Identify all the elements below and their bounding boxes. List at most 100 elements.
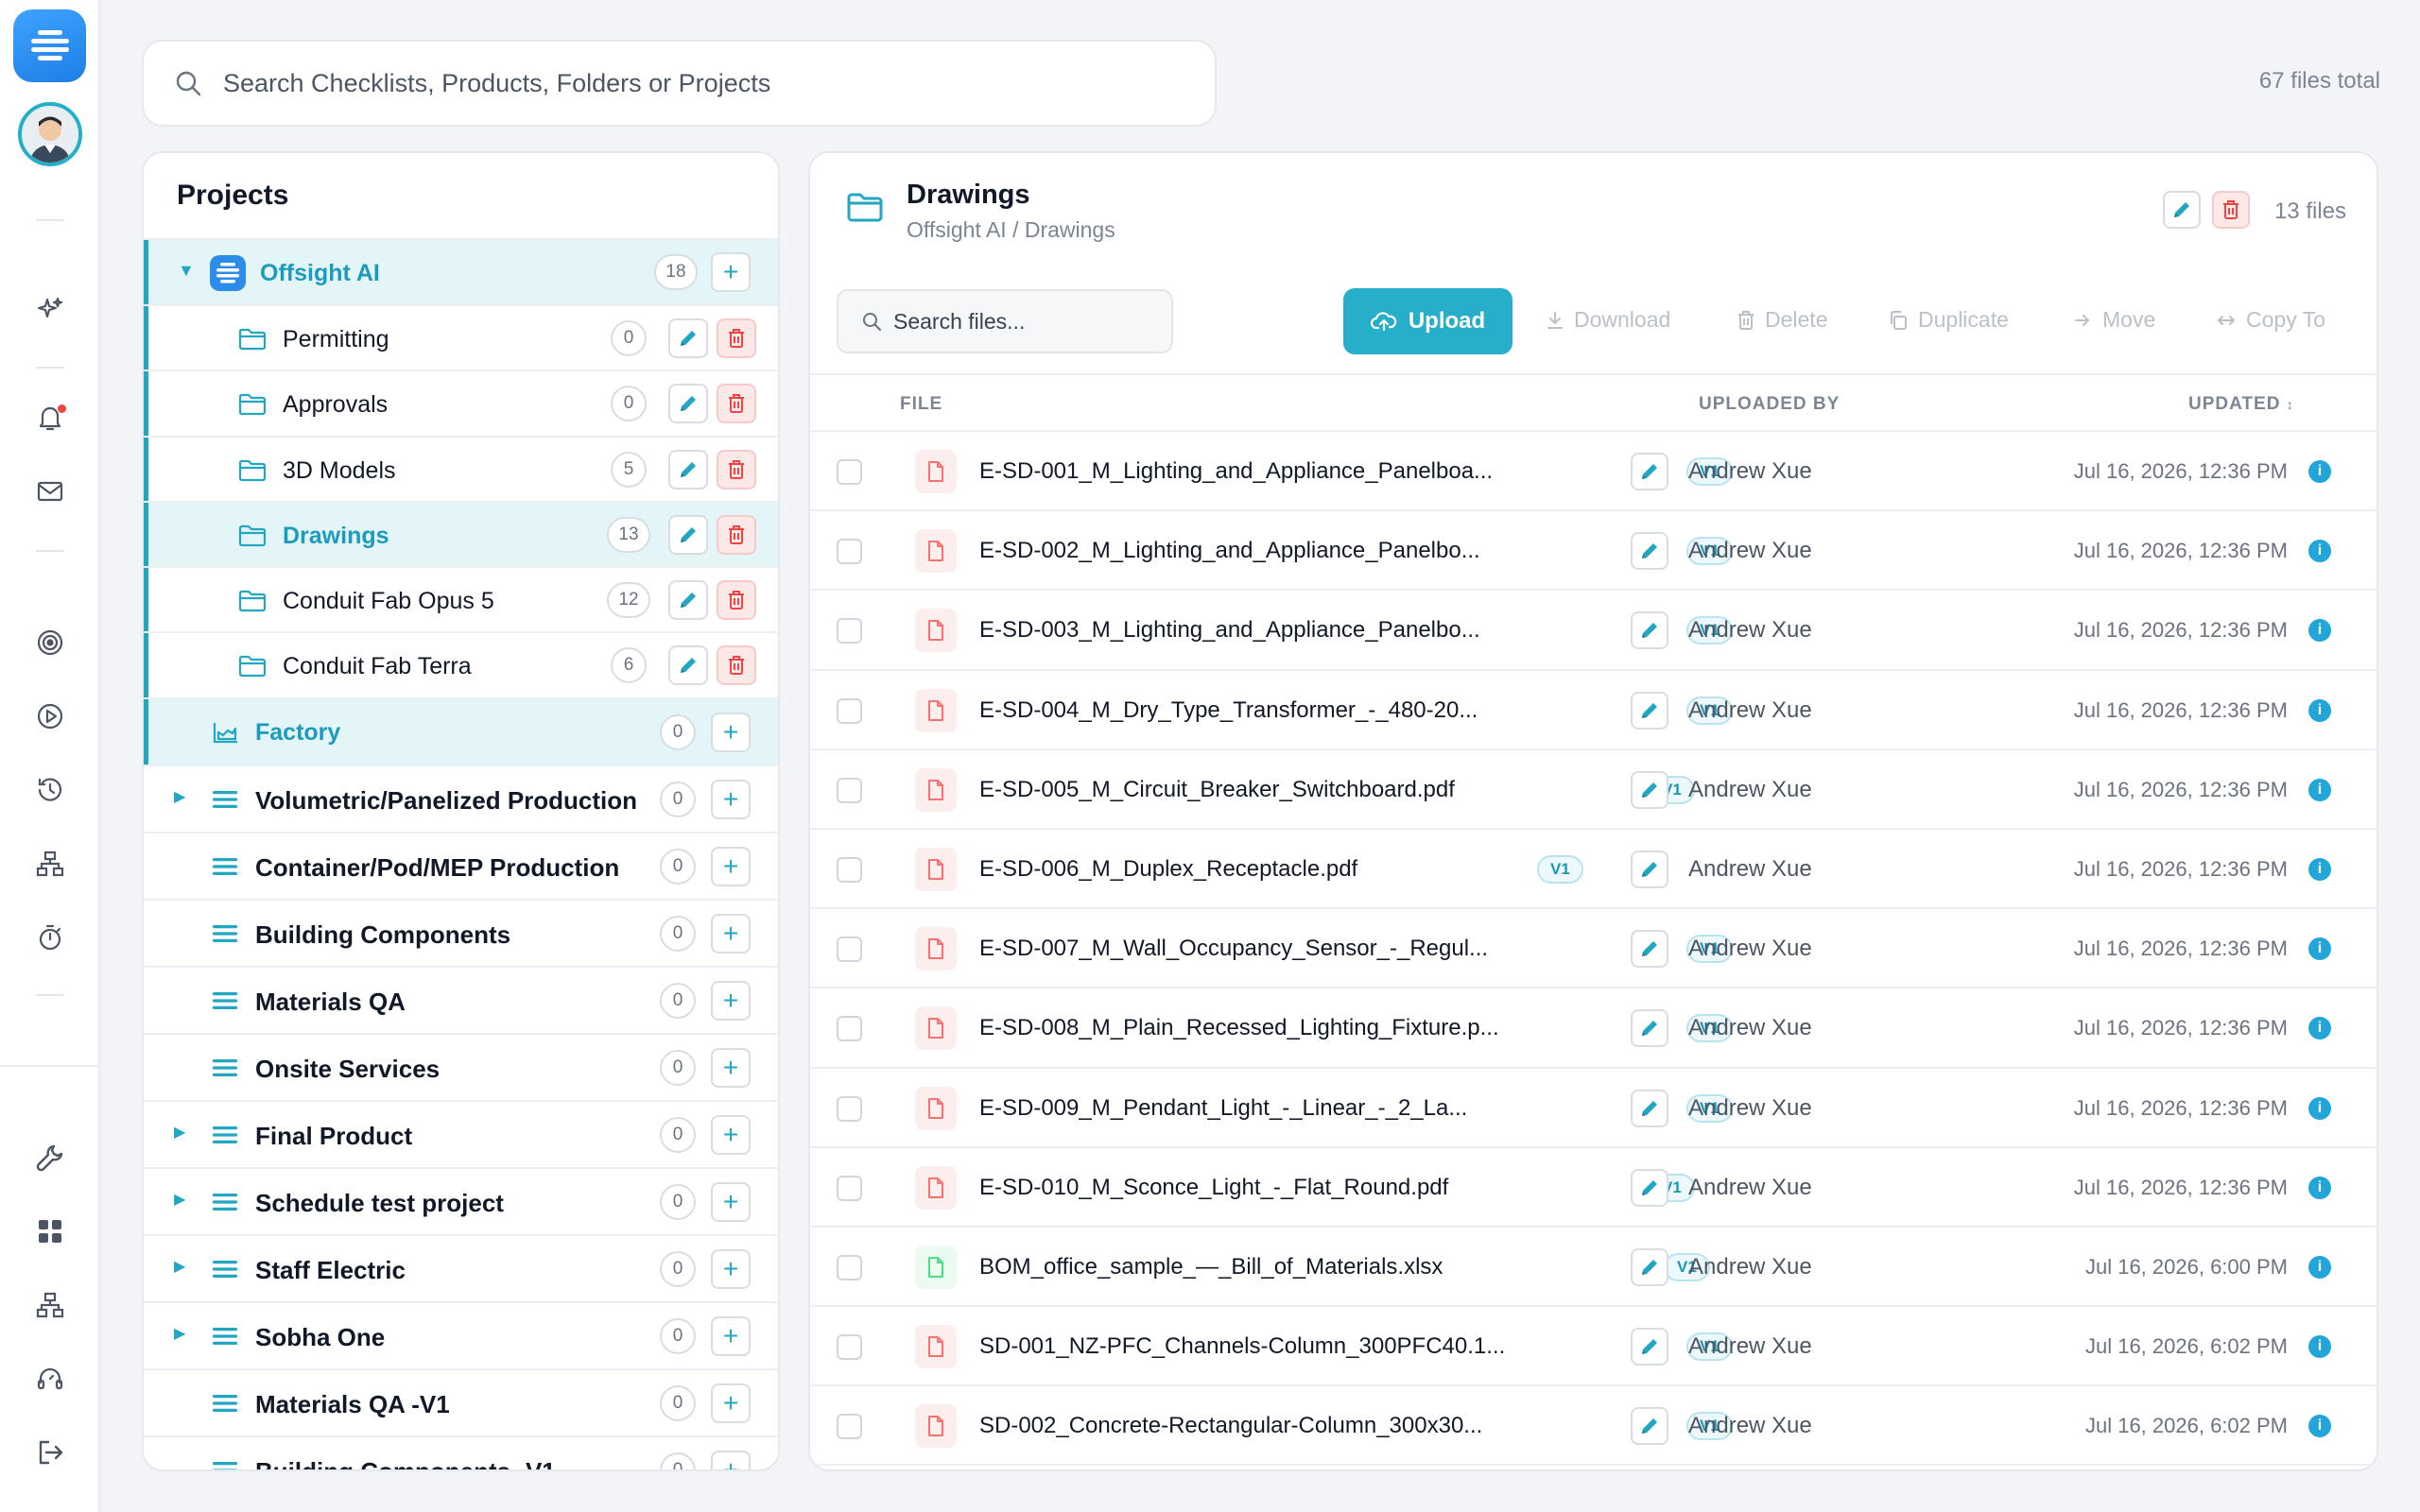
row-checkbox[interactable] bbox=[837, 777, 862, 803]
add-button[interactable]: + bbox=[711, 1047, 751, 1088]
file-name[interactable]: E-SD-006_M_Duplex_Receptacle.pdf bbox=[979, 856, 1357, 883]
edit-file-button[interactable] bbox=[1631, 930, 1668, 969]
file-name[interactable]: E-SD-008_M_Plain_Recessed_Lighting_Fixtu… bbox=[979, 1015, 1499, 1041]
info-icon[interactable]: i bbox=[2308, 619, 2331, 643]
delete-button[interactable] bbox=[717, 514, 756, 555]
project-row[interactable]: ▶ Staff Electric 0 + bbox=[144, 1236, 778, 1303]
info-icon[interactable]: i bbox=[2308, 937, 2331, 961]
edit-button[interactable] bbox=[668, 384, 708, 424]
duplicate-button[interactable]: Duplicate bbox=[1888, 307, 2009, 333]
bell-icon[interactable] bbox=[31, 399, 69, 437]
file-row[interactable]: BOM_office_sample_—_Bill_of_Materials.xl… bbox=[810, 1228, 2377, 1308]
project-row[interactable]: Container/Pod/MEP Production 0 + bbox=[144, 833, 778, 901]
edit-file-button[interactable] bbox=[1631, 770, 1668, 809]
file-row[interactable]: SD-001_NZ-PFC_Channels-Column_300PFC40.1… bbox=[810, 1307, 2377, 1387]
file-name[interactable]: E-SD-001_M_Lighting_and_Appliance_Panelb… bbox=[979, 458, 1493, 485]
delete-folder-button[interactable] bbox=[2212, 191, 2250, 229]
info-icon[interactable]: i bbox=[2308, 698, 2331, 722]
add-button[interactable]: + bbox=[711, 1181, 751, 1222]
row-checkbox[interactable] bbox=[837, 1016, 862, 1042]
logout-icon[interactable] bbox=[31, 1434, 69, 1471]
row-checkbox[interactable] bbox=[837, 1095, 862, 1122]
user-avatar[interactable] bbox=[18, 102, 82, 166]
project-row[interactable]: Materials QA 0 + bbox=[144, 968, 778, 1035]
edit-file-button[interactable] bbox=[1631, 1328, 1668, 1366]
row-checkbox[interactable] bbox=[837, 856, 862, 883]
edit-file-button[interactable] bbox=[1631, 611, 1668, 650]
add-button[interactable]: + bbox=[711, 1450, 751, 1469]
row-checkbox[interactable] bbox=[837, 1175, 862, 1201]
org-chart-icon[interactable] bbox=[31, 1286, 69, 1324]
info-icon[interactable]: i bbox=[2308, 1335, 2331, 1359]
file-name[interactable]: E-SD-002_M_Lighting_and_Appliance_Panelb… bbox=[979, 538, 1480, 564]
delete-button[interactable] bbox=[717, 318, 756, 358]
folder-row[interactable]: Conduit Fab Terra 6 bbox=[144, 633, 778, 699]
row-checkbox[interactable] bbox=[837, 1414, 862, 1440]
sparkle-icon[interactable] bbox=[31, 291, 69, 329]
caret-right-icon[interactable]: ▶ bbox=[174, 787, 185, 806]
delete-button[interactable] bbox=[717, 449, 756, 490]
file-name[interactable]: E-SD-010_M_Sconce_Light_-_Flat_Round.pdf bbox=[979, 1175, 1448, 1201]
folder-row[interactable]: Approvals 0 bbox=[144, 371, 778, 438]
row-checkbox[interactable] bbox=[837, 1334, 862, 1361]
edit-button[interactable] bbox=[668, 580, 708, 621]
move-button[interactable]: Move bbox=[2072, 307, 2155, 333]
caret-right-icon[interactable]: ▶ bbox=[174, 1324, 185, 1343]
row-checkbox[interactable] bbox=[837, 539, 862, 565]
info-icon[interactable]: i bbox=[2308, 1255, 2331, 1279]
row-checkbox[interactable] bbox=[837, 459, 862, 485]
file-name[interactable]: SD-002_Concrete-Rectangular-Column_300x3… bbox=[979, 1413, 1482, 1439]
global-search-input[interactable]: Search Checklists, Products, Folders or … bbox=[223, 69, 770, 98]
download-button[interactable]: Download bbox=[1546, 307, 1670, 333]
global-search-bar[interactable]: Search Checklists, Products, Folders or … bbox=[142, 40, 1217, 127]
edit-file-button[interactable] bbox=[1631, 1168, 1668, 1207]
file-row[interactable]: E-SD-004_M_Dry_Type_Transformer_-_480-20… bbox=[810, 671, 2377, 750]
file-row[interactable]: E-SD-005_M_Circuit_Breaker_Switchboard.p… bbox=[810, 750, 2377, 830]
project-row[interactable]: ▶ Volumetric/Panelized Production 0 + bbox=[144, 766, 778, 833]
folder-row[interactable]: Conduit Fab Opus 5 12 bbox=[144, 568, 778, 634]
info-icon[interactable]: i bbox=[2308, 540, 2331, 563]
upload-button[interactable]: Upload bbox=[1343, 288, 1512, 354]
add-button[interactable]: + bbox=[711, 1315, 751, 1356]
project-row[interactable]: Onsite Services 0 + bbox=[144, 1035, 778, 1102]
info-icon[interactable]: i bbox=[2308, 1176, 2331, 1199]
folder-row[interactable]: 3D Models 5 bbox=[144, 437, 778, 503]
info-icon[interactable]: i bbox=[2308, 1415, 2331, 1438]
file-row[interactable]: E-SD-009_M_Pendant_Light_-_Linear_-_2_La… bbox=[810, 1069, 2377, 1148]
add-button[interactable]: + bbox=[711, 1248, 751, 1289]
row-checkbox[interactable] bbox=[837, 697, 862, 724]
folder-row[interactable]: Drawings 13 bbox=[144, 502, 778, 569]
row-checkbox[interactable] bbox=[837, 618, 862, 644]
caret-right-icon[interactable]: ▶ bbox=[174, 1123, 185, 1142]
file-row[interactable]: E-SD-003_M_Lighting_and_Appliance_Panelb… bbox=[810, 591, 2377, 671]
add-button[interactable]: + bbox=[711, 712, 751, 752]
delete-button[interactable] bbox=[717, 384, 756, 424]
row-checkbox[interactable] bbox=[837, 936, 862, 963]
info-icon[interactable]: i bbox=[2308, 1096, 2331, 1120]
edit-file-button[interactable] bbox=[1631, 850, 1668, 888]
file-row[interactable]: E-SD-010_M_Sconce_Light_-_Flat_Round.pdf… bbox=[810, 1148, 2377, 1228]
caret-right-icon[interactable]: ▶ bbox=[174, 1190, 185, 1209]
edit-file-button[interactable] bbox=[1631, 453, 1668, 490]
stopwatch-icon[interactable] bbox=[31, 919, 69, 956]
info-icon[interactable]: i bbox=[2308, 460, 2331, 483]
edit-button[interactable] bbox=[668, 645, 708, 686]
add-button[interactable]: + bbox=[711, 846, 751, 886]
edit-file-button[interactable] bbox=[1631, 1247, 1668, 1286]
file-row[interactable]: E-SD-001_M_Lighting_and_Appliance_Panelb… bbox=[810, 432, 2377, 512]
info-icon[interactable]: i bbox=[2308, 857, 2331, 881]
factory-row[interactable]: Factory 0 + bbox=[144, 698, 778, 766]
add-button[interactable]: + bbox=[711, 1383, 751, 1423]
add-button[interactable]: + bbox=[711, 252, 751, 292]
project-row-root[interactable]: ▼ Offsight AI 18 + bbox=[144, 240, 778, 306]
edit-button[interactable] bbox=[668, 449, 708, 490]
target-icon[interactable] bbox=[31, 624, 69, 662]
file-row[interactable]: E-SD-008_M_Plain_Recessed_Lighting_Fixtu… bbox=[810, 988, 2377, 1069]
add-button[interactable]: + bbox=[711, 779, 751, 819]
edit-button[interactable] bbox=[668, 318, 708, 358]
info-icon[interactable]: i bbox=[2308, 778, 2331, 801]
add-button[interactable]: + bbox=[711, 1114, 751, 1155]
add-button[interactable]: + bbox=[711, 980, 751, 1021]
file-name[interactable]: E-SD-009_M_Pendant_Light_-_Linear_-_2_La… bbox=[979, 1095, 1467, 1122]
file-name[interactable]: E-SD-003_M_Lighting_and_Appliance_Panelb… bbox=[979, 617, 1480, 644]
